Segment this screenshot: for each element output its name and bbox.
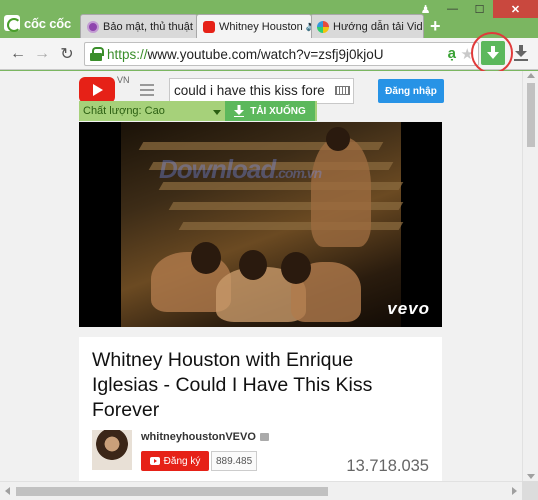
download-site-favicon-icon xyxy=(317,20,329,33)
watermark-suffix: .com.vn xyxy=(275,165,322,181)
web-page: VN could i have this kiss fore Đăng nhập… xyxy=(0,71,522,481)
video-info-card: Whitney Houston with Enrique Iglesias - … xyxy=(79,337,442,481)
new-tab-button[interactable]: + xyxy=(430,17,441,35)
vevo-logo: vevo xyxy=(387,299,430,318)
horizontal-scrollbar[interactable] xyxy=(0,481,522,500)
url-scheme: https:// xyxy=(107,46,148,62)
download-now-button[interactable]: TẢI XUỐNG xyxy=(225,101,315,121)
scrollbar-corner xyxy=(522,481,538,500)
minimize-button[interactable]: — xyxy=(439,0,466,18)
video-title: Whitney Houston with Enrique Iglesias - … xyxy=(92,349,373,421)
downloads-icon xyxy=(514,45,528,61)
maximize-button[interactable]: ☐ xyxy=(466,0,493,18)
scroll-right-icon[interactable] xyxy=(512,487,517,495)
coccoc-logo[interactable]: cốc cốc xyxy=(4,12,71,34)
logo-text: cốc cốc xyxy=(24,15,72,31)
signin-button[interactable]: Đăng nhập xyxy=(378,79,444,103)
subscribe-button[interactable]: Đăng ký xyxy=(141,451,209,471)
user-icon[interactable]: ♟ xyxy=(412,0,439,18)
shield-tab-favicon-icon xyxy=(87,20,99,33)
back-button[interactable]: ← xyxy=(8,44,28,64)
lock-icon xyxy=(89,47,104,61)
keyboard-icon[interactable] xyxy=(335,86,350,95)
forward-button[interactable]: → xyxy=(32,44,52,64)
vertical-scroll-thumb[interactable] xyxy=(527,83,535,147)
video-download-button[interactable] xyxy=(481,41,505,65)
tab-bar: cốc cốc Bảo mật, thủ thuật ✕ Whitney Hou… xyxy=(0,0,538,38)
youtube-favicon-icon xyxy=(203,20,215,33)
quality-select[interactable]: Chất lượng: Cao xyxy=(79,105,221,117)
downloader-bar: Chất lượng: Cao TẢI XUỐNG xyxy=(79,101,317,121)
tab-close-icon[interactable]: ✕ xyxy=(423,20,424,34)
toolbar: ← → ↻ https://www.youtube.com/watch?v=zs… xyxy=(0,38,538,70)
download-now-label: TẢI XUỐNG xyxy=(250,105,306,117)
url-text: www.youtube.com/watch?v=zsfj9j0kjoU xyxy=(147,46,384,62)
subscribe-label: Đăng ký xyxy=(163,455,201,467)
channel-name[interactable]: whitneyhoustonVEVO xyxy=(141,431,256,443)
view-count: 13.718.035 xyxy=(346,457,429,475)
subscriber-count: 889.485 xyxy=(211,451,258,471)
menu-icon[interactable] xyxy=(140,84,154,96)
youtube-play-icon xyxy=(149,457,160,465)
scroll-down-icon[interactable] xyxy=(527,474,535,479)
youtube-logo[interactable] xyxy=(79,77,115,103)
watermark: Download.com.vn xyxy=(159,154,322,185)
video-player[interactable]: Download.com.vn vevo xyxy=(79,122,442,327)
downloads-button[interactable] xyxy=(511,42,531,64)
tab-label: Whitney Houston xyxy=(219,20,303,33)
window-controls: ♟ — ☐ ✕ xyxy=(412,0,538,18)
reload-button[interactable]: ↻ xyxy=(57,44,77,64)
audio-playing-icon[interactable]: 🔈 xyxy=(303,21,311,32)
tab-security[interactable]: Bảo mật, thủ thuật ✕ xyxy=(80,14,198,38)
channel-name-row: whitneyhoustonVEVO xyxy=(141,431,269,443)
tab-youtube[interactable]: Whitney Houston 🔈 ✕ xyxy=(196,14,312,38)
coccoc-a-icon[interactable]: ạ xyxy=(448,45,456,62)
channel-avatar[interactable] xyxy=(92,430,132,470)
horizontal-scroll-thumb[interactable] xyxy=(16,487,328,496)
tab-label: Hướng dẫn tải Vid xyxy=(333,20,423,33)
address-bar[interactable]: https://www.youtube.com/watch?v=zsfj9j0k… xyxy=(84,42,479,66)
scroll-left-icon[interactable] xyxy=(5,487,10,495)
scroll-up-icon[interactable] xyxy=(527,73,535,78)
region-label: VN xyxy=(117,75,130,85)
watermark-text: Download xyxy=(159,154,276,184)
coccoc-logo-icon xyxy=(4,15,21,32)
tab-guide[interactable]: Hướng dẫn tải Vid ✕ xyxy=(310,14,424,38)
video-frame xyxy=(121,122,404,327)
verified-icon xyxy=(259,433,269,441)
download-arrow-icon xyxy=(234,105,245,117)
tab-label: Bảo mật, thủ thuật xyxy=(103,20,193,33)
download-arrow-icon xyxy=(487,46,499,59)
vertical-scrollbar[interactable] xyxy=(522,71,538,481)
close-window-button[interactable]: ✕ xyxy=(493,0,538,18)
